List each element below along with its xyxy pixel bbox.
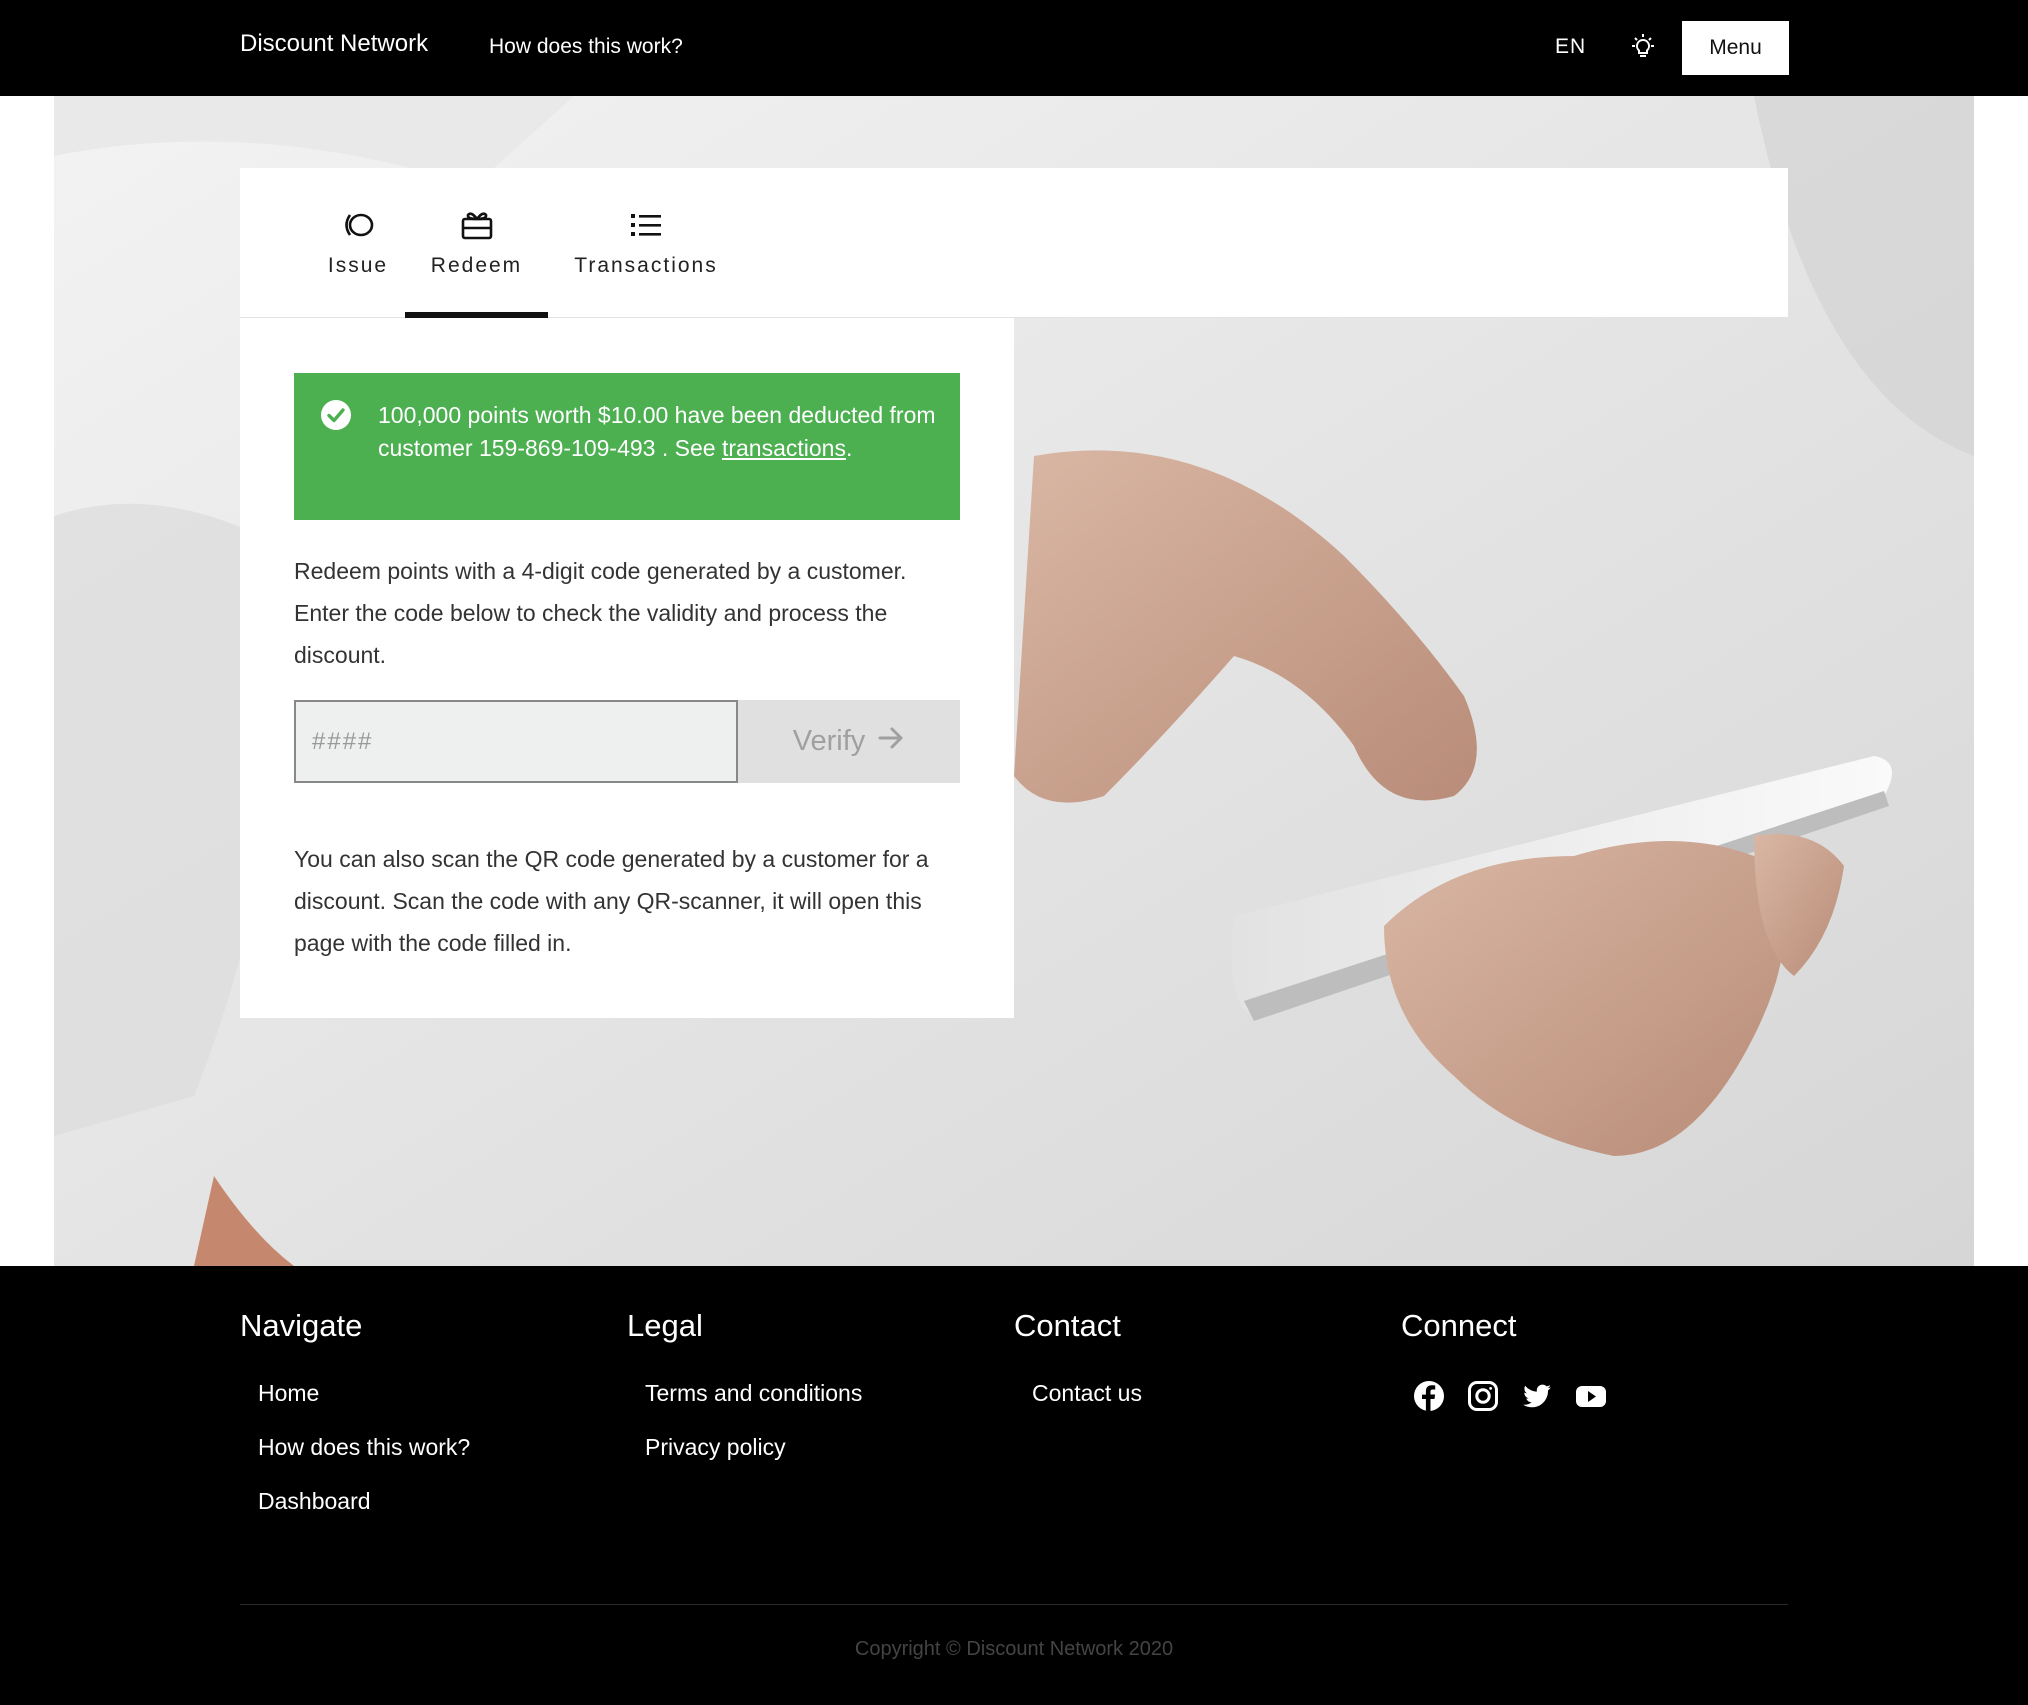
copyright-text: Copyright © Discount Network 2020 xyxy=(854,1638,1174,1660)
verify-button[interactable]: Verify xyxy=(738,700,960,783)
twitter-icon[interactable] xyxy=(1521,1380,1553,1412)
footer-divider xyxy=(240,1604,1788,1605)
footer-link-privacy[interactable]: Privacy policy xyxy=(645,1434,862,1488)
success-alert: 100,000 points worth $10.00 have been de… xyxy=(294,373,960,520)
gift-card-icon xyxy=(461,208,493,242)
tab-issue-label: Issue xyxy=(327,254,389,277)
redeem-description: Redeem points with a 4-digit code genera… xyxy=(294,558,907,668)
tab-transactions[interactable]: Transactions xyxy=(560,168,732,318)
redeem-code-input[interactable] xyxy=(294,700,738,783)
hero-section: Issue Redeem Transactions 100,000 points… xyxy=(0,96,2028,1266)
footer-navigate-column: Navigate Home How does this work? Dashbo… xyxy=(240,1308,470,1542)
brand-logo-link[interactable]: Discount Network xyxy=(240,30,428,58)
youtube-icon[interactable] xyxy=(1575,1380,1607,1412)
arrow-right-icon xyxy=(877,725,905,759)
footer-link-dashboard[interactable]: Dashboard xyxy=(258,1488,470,1542)
footer-connect-column: Connect xyxy=(1401,1308,1607,1412)
footer-navigate-heading: Navigate xyxy=(240,1308,363,1343)
language-selector[interactable]: EN xyxy=(1555,35,1586,59)
coin-icon xyxy=(341,208,375,242)
facebook-icon[interactable] xyxy=(1413,1380,1445,1412)
menu-button[interactable]: Menu xyxy=(1682,21,1789,75)
tab-redeem-label: Redeem xyxy=(430,254,523,277)
top-navbar: Discount Network How does this work? EN … xyxy=(0,0,2028,96)
redeem-panel: 100,000 points worth $10.00 have been de… xyxy=(240,318,1014,1018)
list-icon xyxy=(631,208,661,242)
footer-connect-heading: Connect xyxy=(1401,1308,1517,1343)
how-does-this-work-link[interactable]: How does this work? xyxy=(489,35,683,59)
tab-transactions-label: Transactions xyxy=(574,254,718,277)
transactions-link[interactable]: transactions xyxy=(722,435,846,461)
social-links xyxy=(1413,1380,1607,1412)
footer-link-terms[interactable]: Terms and conditions xyxy=(645,1380,862,1434)
success-alert-message: 100,000 points worth $10.00 have been de… xyxy=(378,399,944,465)
lightbulb-icon[interactable] xyxy=(1628,32,1658,62)
footer-contact-column: Contact Contact us xyxy=(1014,1308,1142,1434)
verify-button-label: Verify xyxy=(792,725,866,757)
site-footer: Navigate Home How does this work? Dashbo… xyxy=(0,1266,2028,1705)
footer-link-home[interactable]: Home xyxy=(258,1380,470,1434)
qr-description: You can also scan the QR code generated … xyxy=(294,846,929,956)
footer-link-how-does-this-work[interactable]: How does this work? xyxy=(258,1434,470,1488)
footer-legal-column: Legal Terms and conditions Privacy polic… xyxy=(627,1308,862,1488)
footer-link-contact-us[interactable]: Contact us xyxy=(1032,1380,1142,1434)
check-circle-icon xyxy=(320,399,352,431)
footer-contact-heading: Contact xyxy=(1014,1308,1121,1343)
alert-message-suffix: . xyxy=(845,435,853,461)
tabs-bar: Issue Redeem Transactions xyxy=(240,168,1788,318)
tab-redeem[interactable]: Redeem xyxy=(405,168,548,318)
footer-legal-heading: Legal xyxy=(627,1308,703,1343)
instagram-icon[interactable] xyxy=(1467,1380,1499,1412)
